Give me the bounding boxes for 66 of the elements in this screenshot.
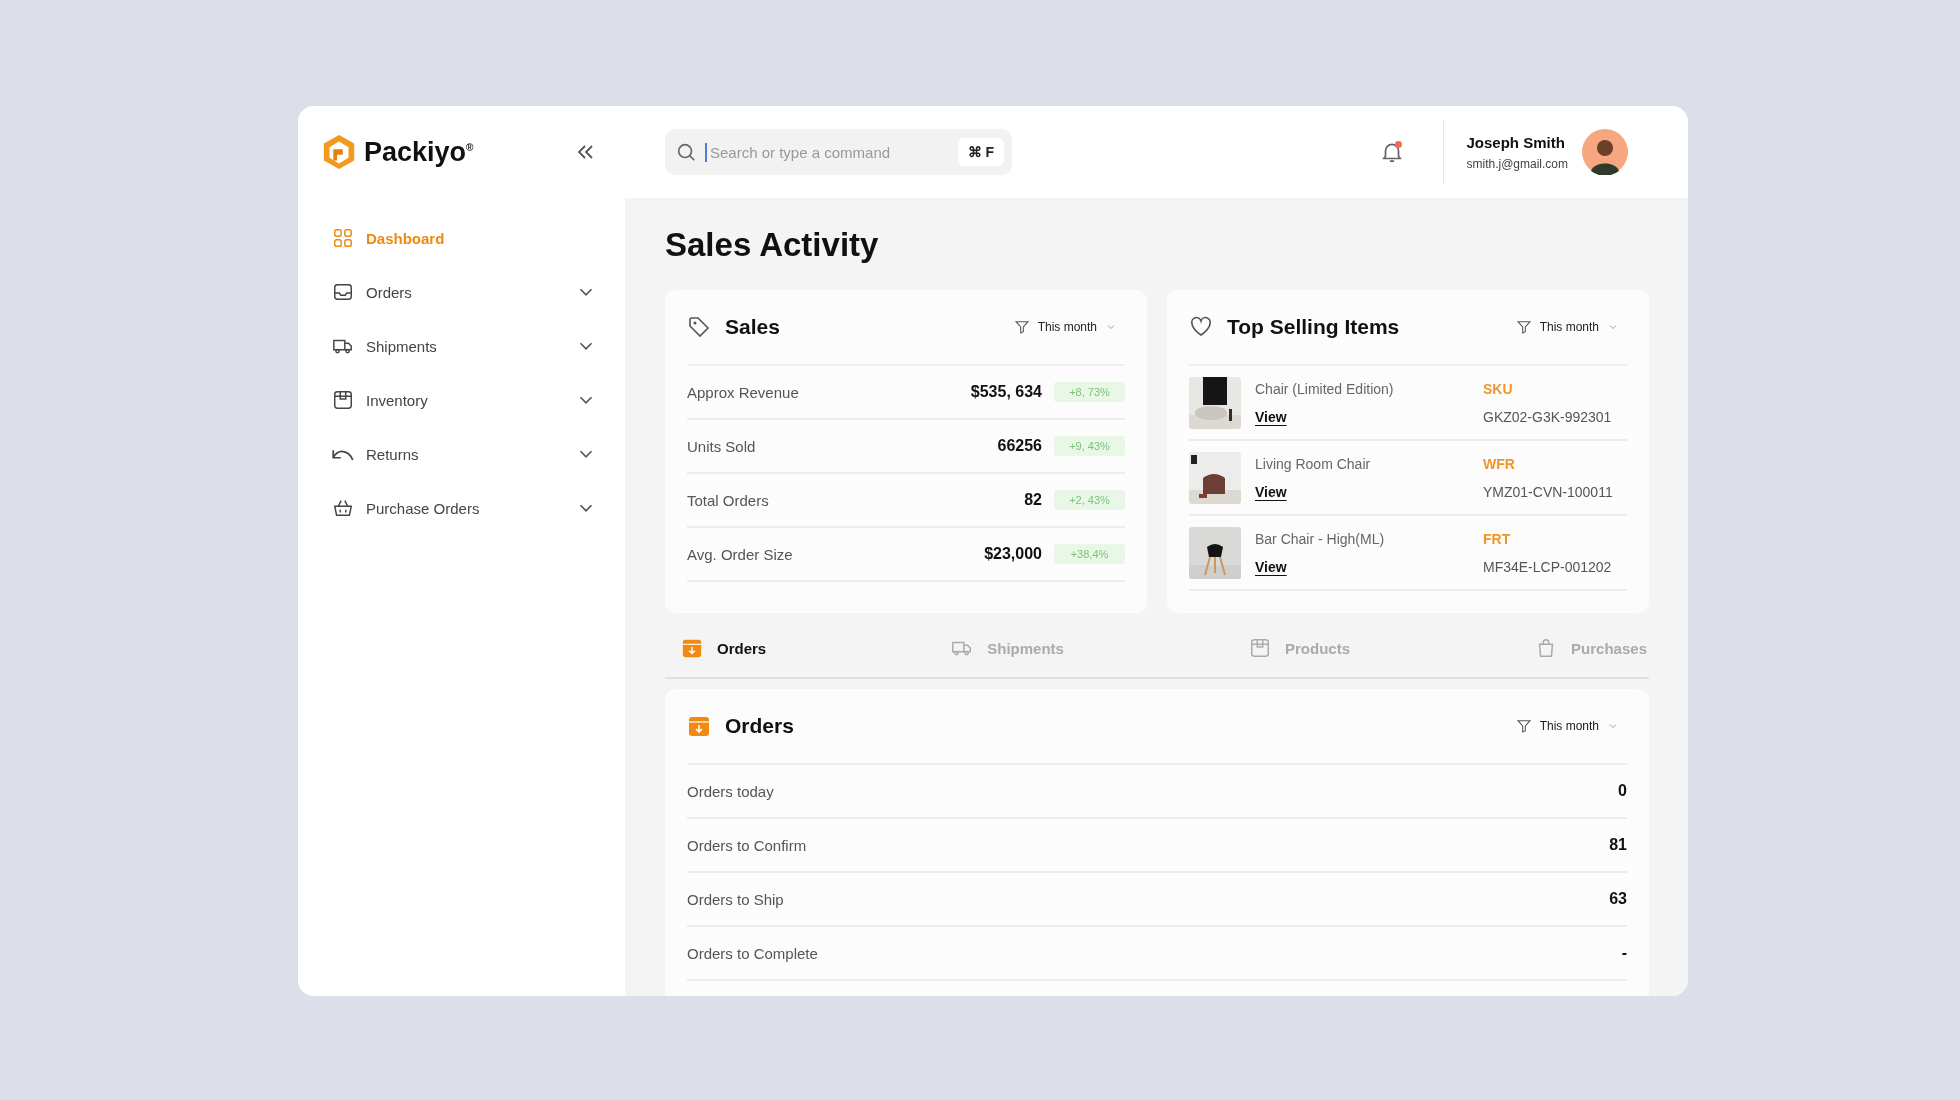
avatar[interactable] bbox=[1582, 129, 1628, 175]
sidebar-item[interactable]: Orders bbox=[332, 270, 597, 314]
user-name: Joseph Smith bbox=[1466, 133, 1566, 151]
box-icon bbox=[1249, 637, 1271, 659]
metric-value: 82 bbox=[1024, 491, 1042, 509]
box-icon bbox=[332, 389, 354, 411]
order-metric-label: Orders today bbox=[687, 782, 775, 800]
filter-icon bbox=[1515, 319, 1532, 335]
filter-dropdown[interactable]: This month bbox=[1515, 319, 1627, 335]
download-box-icon bbox=[681, 637, 703, 659]
basket-icon bbox=[332, 497, 354, 519]
user-email: smith.j@gmail.com bbox=[1466, 156, 1568, 171]
code-label: WFR bbox=[1483, 455, 1516, 472]
order-metric-value: 63 bbox=[1609, 890, 1627, 908]
tab[interactable]: Orders bbox=[681, 637, 767, 659]
sidebar-item[interactable]: Shipments bbox=[332, 324, 597, 368]
order-metric-label: Orders to Confirm bbox=[687, 836, 808, 854]
order-metric-value: 0 bbox=[1618, 782, 1627, 800]
metric-value: 66256 bbox=[997, 437, 1042, 455]
sidebar-item[interactable]: Purchase Orders bbox=[332, 486, 597, 530]
metric-label: Units Sold bbox=[687, 437, 757, 455]
order-metric-label: Orders to Ship bbox=[687, 890, 785, 908]
product-name: Chair (Limited Edition) bbox=[1255, 380, 1395, 397]
sidebar-item[interactable]: Inventory bbox=[332, 378, 597, 422]
heart-icon bbox=[1189, 315, 1213, 339]
order-metric-value: 81 bbox=[1609, 836, 1627, 854]
metric-label: Approx Revenue bbox=[687, 383, 800, 401]
change-badge: +9, 43% bbox=[1054, 436, 1125, 456]
card-title: Top Selling Items bbox=[1227, 315, 1401, 339]
filter-icon bbox=[1515, 718, 1532, 734]
filter-dropdown[interactable]: This month bbox=[1515, 718, 1627, 734]
card-title: Sales bbox=[725, 315, 781, 339]
change-badge: +38,4% bbox=[1054, 544, 1125, 564]
product-name: Living Room Chair bbox=[1255, 455, 1372, 472]
sidebar-item[interactable]: Returns bbox=[332, 432, 597, 476]
undo-icon bbox=[332, 447, 354, 461]
filter-icon bbox=[1013, 319, 1030, 335]
box-icon bbox=[687, 714, 711, 738]
product-name: Bar Chair - High(ML) bbox=[1255, 530, 1386, 547]
grid-icon bbox=[332, 227, 354, 249]
change-badge: +8, 73% bbox=[1054, 382, 1125, 402]
shortcut-key: ⌘ F bbox=[957, 138, 1004, 166]
view-link[interactable]: View bbox=[1255, 483, 1287, 500]
order-metric-label: Orders to Complete bbox=[687, 944, 819, 962]
inbox-icon bbox=[332, 281, 354, 303]
page-title: Sales Activity bbox=[665, 226, 880, 264]
view-link[interactable]: View bbox=[1255, 558, 1287, 575]
code-label: FRT bbox=[1483, 530, 1512, 547]
metric-label: Total Orders bbox=[687, 491, 770, 509]
metric-value: $23,000 bbox=[984, 545, 1042, 563]
search-bar[interactable]: Search or type a command ⌘ F bbox=[665, 129, 1012, 175]
metric-label: Avg. Order Size bbox=[687, 545, 794, 563]
view-link[interactable]: View bbox=[1255, 408, 1287, 425]
metric-value: $535, 634 bbox=[970, 383, 1042, 401]
product-code: MF34E-LCP-001202 bbox=[1483, 558, 1613, 575]
product-code: GKZ02-G3K-992301 bbox=[1483, 408, 1613, 425]
order-metric-value: - bbox=[1621, 944, 1627, 962]
filter-dropdown[interactable]: This month bbox=[1013, 319, 1125, 335]
search-field[interactable]: Search or type a command bbox=[705, 142, 950, 162]
brand-name: Packiyo$^{®}$ bbox=[364, 136, 474, 168]
tag-icon bbox=[687, 315, 711, 339]
search-icon bbox=[675, 141, 697, 163]
product-code: YMZ01-CVN-100011 bbox=[1483, 483, 1614, 500]
code-label: SKU bbox=[1483, 380, 1514, 397]
change-badge: +2, 43% bbox=[1054, 490, 1125, 510]
card-title: Orders bbox=[725, 714, 795, 738]
